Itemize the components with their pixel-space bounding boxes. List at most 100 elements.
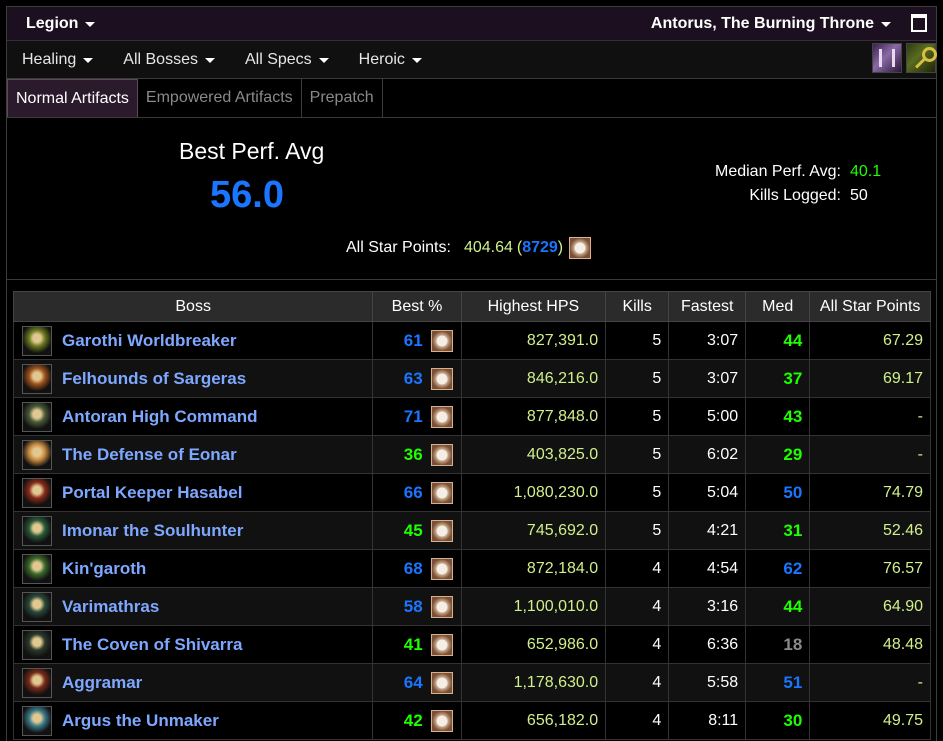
boss-cell-content: Felhounds of Sargeras: [14, 363, 372, 394]
artifact-gem-icon[interactable]: [569, 237, 592, 259]
boss-name-link[interactable]: Imonar the Soulhunter: [62, 521, 243, 541]
artifact-gem-icon[interactable]: [430, 367, 453, 390]
best-cell: 63: [372, 359, 462, 398]
header-med[interactable]: Med: [745, 291, 811, 322]
boss-name-link[interactable]: The Defense of Eonar: [62, 445, 237, 465]
all-star-points-value: 69.17: [809, 359, 931, 398]
table-row: Portal Keeper Hasabel 66 1,080,230.0 5 5:04 5…: [12, 473, 931, 512]
fastest-time: 5:58: [668, 663, 747, 702]
boss-dropdown[interactable]: All Bosses: [123, 51, 215, 69]
rankings-panel: Legion Antorus, The Burning Throne Heali…: [6, 6, 937, 741]
best-cell: 36: [372, 435, 462, 474]
best-cell-content: 45: [373, 519, 460, 542]
boss-cell-content: Portal Keeper Hasabel: [14, 477, 372, 508]
boss-name-link[interactable]: Argus the Unmaker: [62, 711, 219, 731]
boss-portrait-icon: [22, 705, 52, 736]
all-star-points-value: -: [809, 663, 931, 702]
artifact-gem-icon[interactable]: [430, 329, 453, 352]
boss-cell: The Defense of Eonar: [12, 435, 374, 474]
artifact-gem-icon[interactable]: [430, 481, 453, 504]
expansion-label: Legion: [26, 14, 79, 32]
all-star-value: 404.64: [463, 239, 513, 256]
best-cell: 66: [372, 473, 462, 512]
class-spec-icon[interactable]: [872, 43, 902, 73]
artifact-gem-icon[interactable]: [430, 633, 453, 656]
top-bar: Legion Antorus, The Burning Throne: [7, 7, 936, 41]
header-fastest[interactable]: Fastest: [668, 291, 747, 322]
boss-name-link[interactable]: Portal Keeper Hasabel: [62, 483, 242, 503]
median-value: 31: [745, 511, 811, 550]
tab-prepatch[interactable]: Prepatch: [302, 79, 383, 117]
header-all-star-points[interactable]: All Star Points: [809, 291, 931, 322]
tab-empowered-artifacts[interactable]: Empowered Artifacts: [138, 79, 302, 117]
metric-dropdown[interactable]: Healing: [22, 51, 94, 69]
difficulty-filter-label: Heroic: [358, 50, 405, 68]
zone-dropdown[interactable]: Antorus, The Burning Throne: [651, 15, 891, 33]
kills-count: 4: [605, 701, 670, 740]
boss-name-link[interactable]: Varimathras: [62, 597, 159, 617]
spec-dropdown[interactable]: All Specs: [245, 51, 329, 69]
artifact-gem-icon[interactable]: [430, 595, 453, 618]
boss-name-link[interactable]: The Coven of Shivarra: [62, 635, 242, 655]
boss-portrait-icon: [22, 439, 52, 470]
best-percent: 64: [403, 672, 423, 692]
key-icon[interactable]: [906, 43, 937, 73]
median-stats: Median Perf. Avg: 40.1 Kills Logged: 50: [715, 160, 886, 208]
boss-name-link[interactable]: Felhounds of Sargeras: [62, 369, 246, 389]
boss-portrait-icon: [22, 401, 52, 432]
median-perf-value: 40.1: [850, 163, 882, 180]
artifact-gem-icon[interactable]: [430, 557, 453, 580]
artifact-gem-icon[interactable]: [430, 405, 453, 428]
boss-portrait-icon: [22, 325, 52, 356]
artifact-gem-icon[interactable]: [430, 443, 453, 466]
best-cell-content: 42: [373, 709, 460, 732]
filter-bar: Healing All Bosses All Specs Heroic: [7, 41, 937, 79]
best-percent: 41: [403, 634, 423, 654]
spec-filter-label: All Specs: [244, 50, 312, 68]
all-star-points: All Star Points: 404.64 ( 8729 ): [346, 237, 592, 259]
kills-count: 4: [605, 549, 670, 588]
chevron-down-icon: [318, 57, 329, 63]
header-best[interactable]: Best %: [372, 291, 462, 322]
artifact-gem-icon[interactable]: [430, 519, 453, 542]
table-row: The Defense of Eonar 36 403,825.0 5 6:02 29-: [12, 435, 931, 474]
expansion-dropdown[interactable]: Legion: [26, 14, 96, 33]
boss-name-link[interactable]: Kin'garoth: [62, 559, 146, 579]
all-star-rank[interactable]: 8729: [522, 239, 558, 257]
fastest-time: 6:36: [668, 625, 747, 664]
paren-close: ): [557, 239, 564, 256]
tab-normal-artifacts[interactable]: Normal Artifacts: [7, 79, 138, 117]
table-row: Garothi Worldbreaker 61 827,391.0 5 3:07 44 67…: [12, 321, 931, 360]
boss-cell: Varimathras: [12, 587, 374, 626]
boss-name-link[interactable]: Antoran High Command: [62, 407, 258, 427]
difficulty-dropdown[interactable]: Heroic: [359, 51, 422, 69]
boss-portrait-icon: [22, 667, 52, 698]
zone-label: Antorus, The Burning Throne: [650, 14, 874, 32]
all-star-points-value: 48.48: [809, 625, 931, 664]
table-row: Felhounds of Sargeras 63 846,216.0 5 3:07 37 6…: [12, 359, 931, 398]
best-cell-content: 61: [373, 329, 460, 352]
highest-hps: 846,216.0: [460, 359, 607, 398]
artifact-gem-icon[interactable]: [430, 709, 453, 732]
maximize-icon[interactable]: [911, 14, 927, 32]
fastest-time: 3:16: [668, 587, 747, 626]
header-hps[interactable]: Highest HPS: [460, 291, 607, 322]
boss-name-link[interactable]: Garothi Worldbreaker: [62, 331, 236, 351]
kills-count: 4: [605, 625, 670, 664]
chevron-down-icon: [411, 57, 422, 63]
header-kills[interactable]: Kills: [605, 291, 670, 322]
boss-cell: Portal Keeper Hasabel: [12, 473, 374, 512]
kills-count: 5: [605, 359, 670, 398]
artifact-gem-icon[interactable]: [430, 671, 453, 694]
best-percent: 66: [403, 482, 423, 502]
chevron-down-icon: [83, 57, 94, 63]
highest-hps: 652,986.0: [460, 625, 607, 664]
table-row: Varimathras 58 1,100,010.0 4 3:16 44 64.90: [12, 587, 931, 626]
header-boss[interactable]: Boss: [12, 291, 374, 322]
boss-cell: Felhounds of Sargeras: [12, 359, 374, 398]
boss-cell: Argus the Unmaker: [12, 701, 374, 740]
boss-cell-content: Kin'garoth: [14, 553, 372, 584]
all-star-points-value: 67.29: [809, 321, 931, 360]
boss-name-link[interactable]: Aggramar: [62, 673, 142, 693]
all-star-points-value: -: [809, 435, 931, 474]
